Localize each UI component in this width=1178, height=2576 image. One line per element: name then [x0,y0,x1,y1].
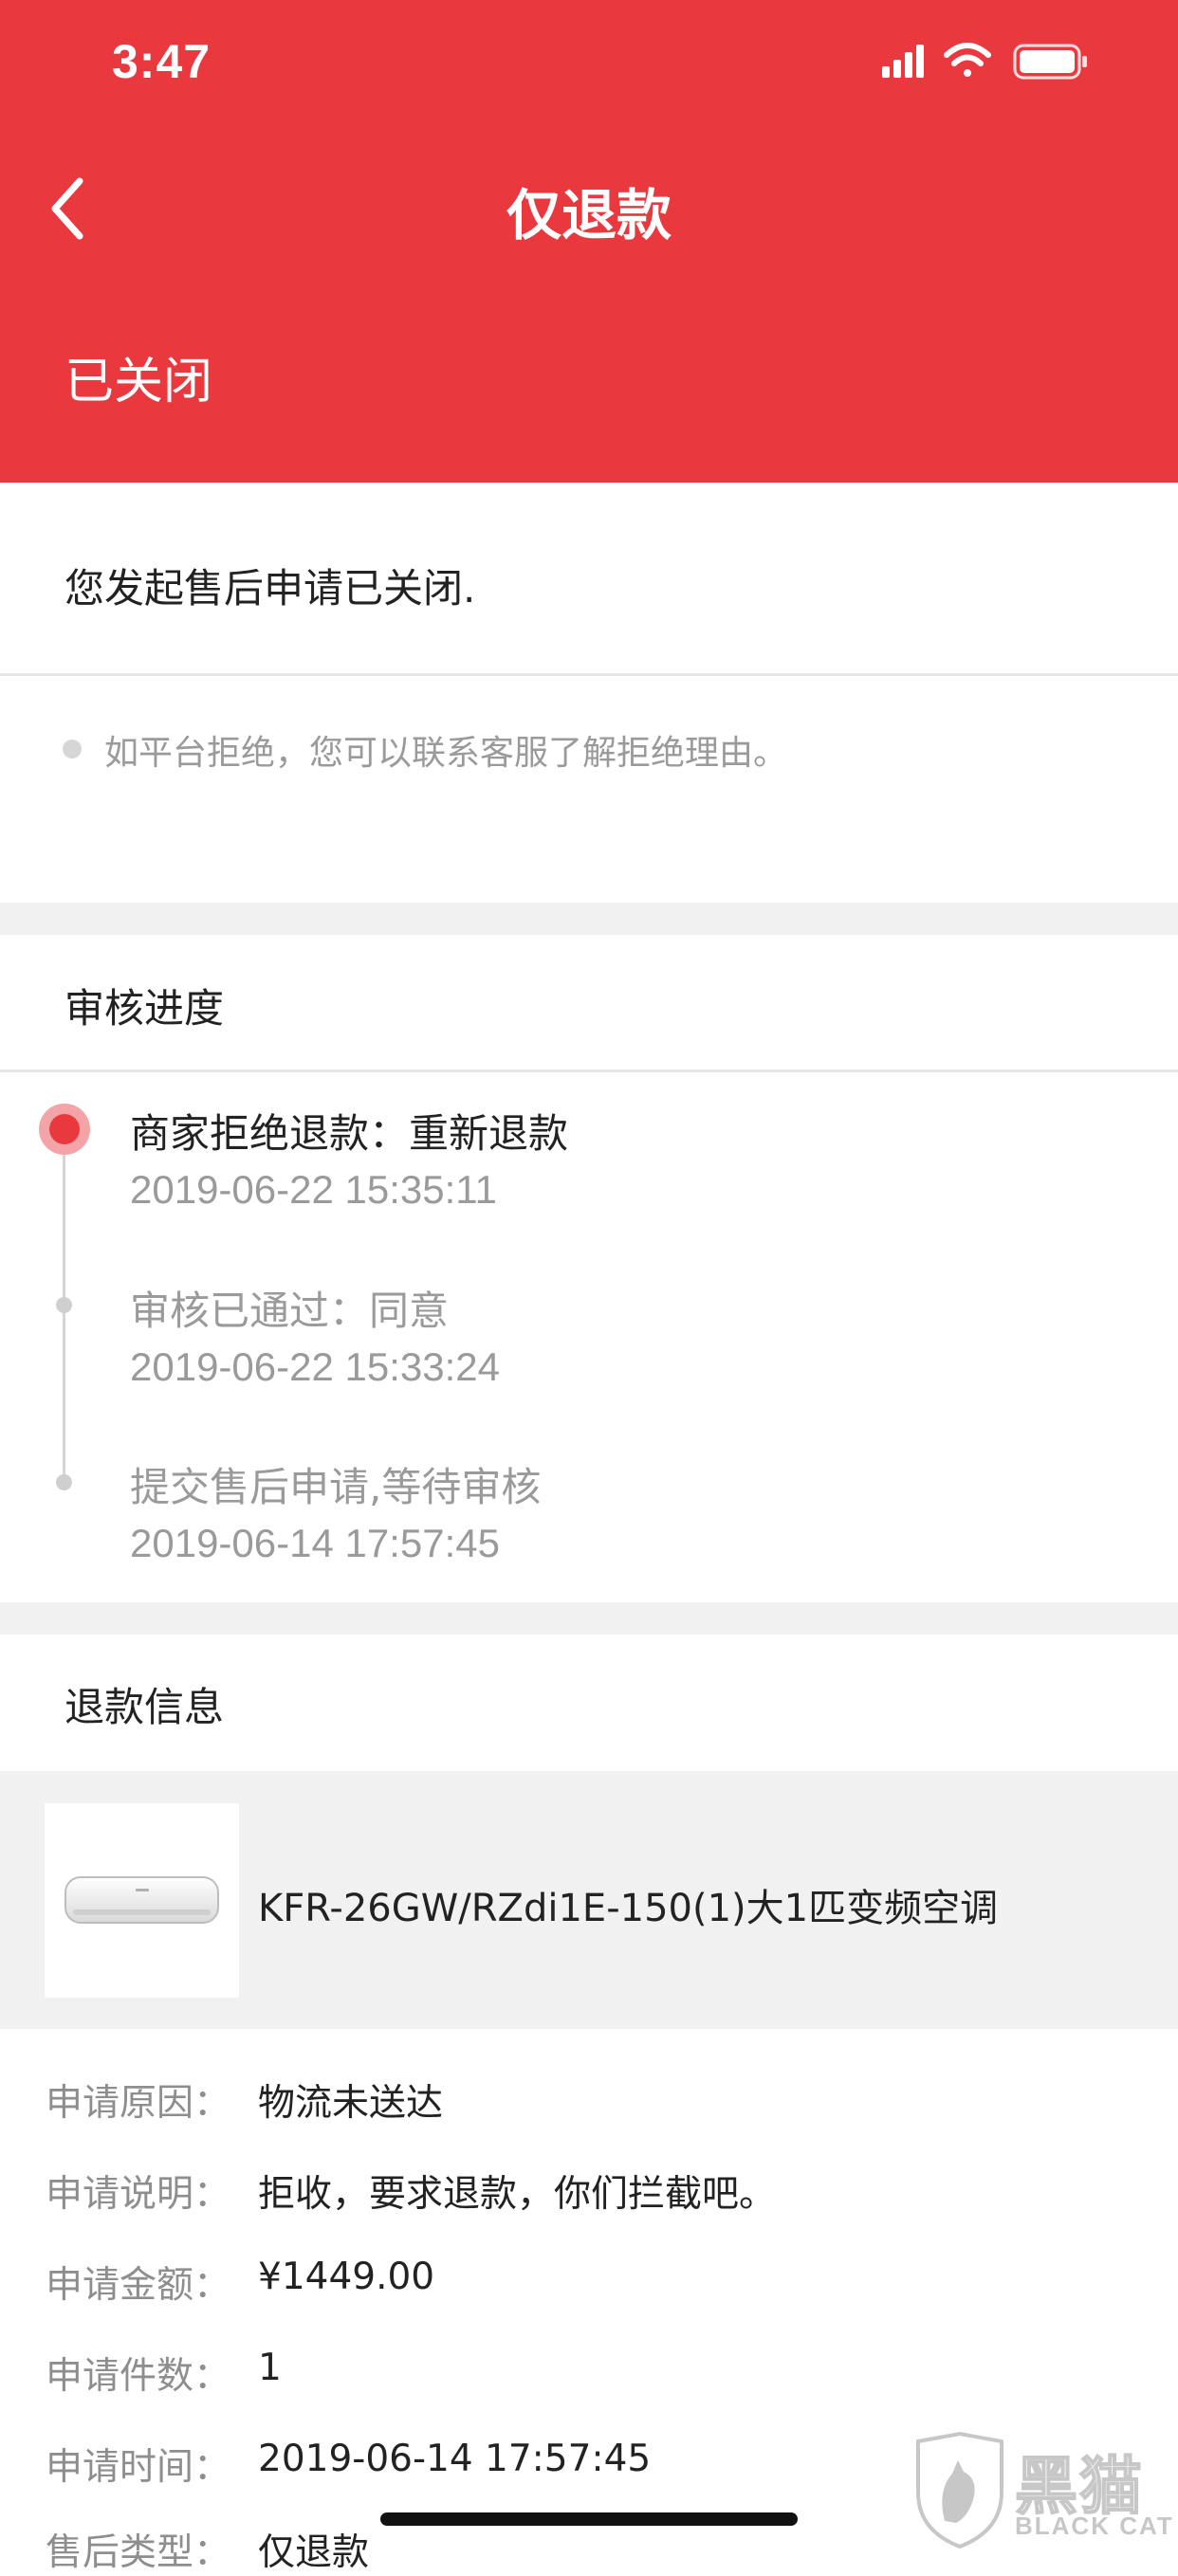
progress-section-title: 审核进度 [64,985,225,1032]
section-gap [0,903,1178,935]
shield-cat-icon [916,2432,1003,2549]
field-label-description: 申请说明： [46,2173,231,2216]
timeline-step-time: 2019-06-14 17:57:45 [130,1521,500,1565]
timeline-step-title: 提交售后申请,等待审核 [130,1464,542,1510]
bullet-dot-icon [63,740,82,758]
product-name[interactable]: KFR-26GW/RZdi1E-150(1)大1匹变频空调 [258,1877,998,1932]
notice-text: 您发起售后申请已关闭. [64,565,476,612]
field-label-quantity: 申请件数： [46,2355,231,2398]
field-value-description: 拒收，要求退款，你们拦截吧。 [258,2173,777,2216]
hint-text: 如平台拒绝，您可以联系客服了解拒绝理由。 [104,734,788,773]
field-value-time: 2019-06-14 17:57:45 [258,2438,652,2480]
refund-section-title: 退款信息 [64,1684,225,1730]
cellular-signal-icon [882,45,924,78]
refund-status-label: 已关闭 [64,354,213,411]
field-value-type: 仅退款 [258,2531,370,2574]
status-icons [882,43,1087,80]
watermark-logo: 黑猫 BLACK CAT [912,2432,1178,2549]
page-title: 仅退款 [506,183,672,247]
timeline-step-title: 审核已通过：同意 [130,1288,450,1334]
timeline-step-time: 2019-06-22 15:33:24 [130,1344,500,1389]
field-label-type: 售后类型： [46,2531,231,2574]
field-value-reason: 物流未送达 [258,2082,444,2125]
divider [0,673,1178,676]
field-label-reason: 申请原因： [46,2082,231,2125]
product-thumbnail[interactable] [45,1803,239,1998]
divider [0,1069,1178,1072]
field-value-amount: ¥1449.00 [258,2256,435,2298]
timeline-dot [56,1297,72,1313]
status-time: 3:47 [112,35,212,88]
watermark-sub: BLACK CAT [1015,2512,1174,2540]
field-value-quantity: 1 [258,2347,282,2389]
timeline-step-time: 2019-06-22 15:35:11 [130,1167,497,1212]
home-indicator[interactable] [380,2512,798,2526]
timeline-dot [56,1474,72,1490]
timeline-dot-active [39,1104,90,1155]
field-label-amount: 申请金额： [46,2264,231,2307]
battery-icon [1013,44,1087,80]
wifi-icon [944,43,991,77]
timeline-step-title: 商家拒绝退款：重新退款 [130,1110,569,1157]
air-conditioner-image [64,1876,219,1924]
field-label-time: 申请时间： [46,2446,231,2489]
timeline-line [63,1151,65,1483]
section-gap [0,1602,1178,1635]
